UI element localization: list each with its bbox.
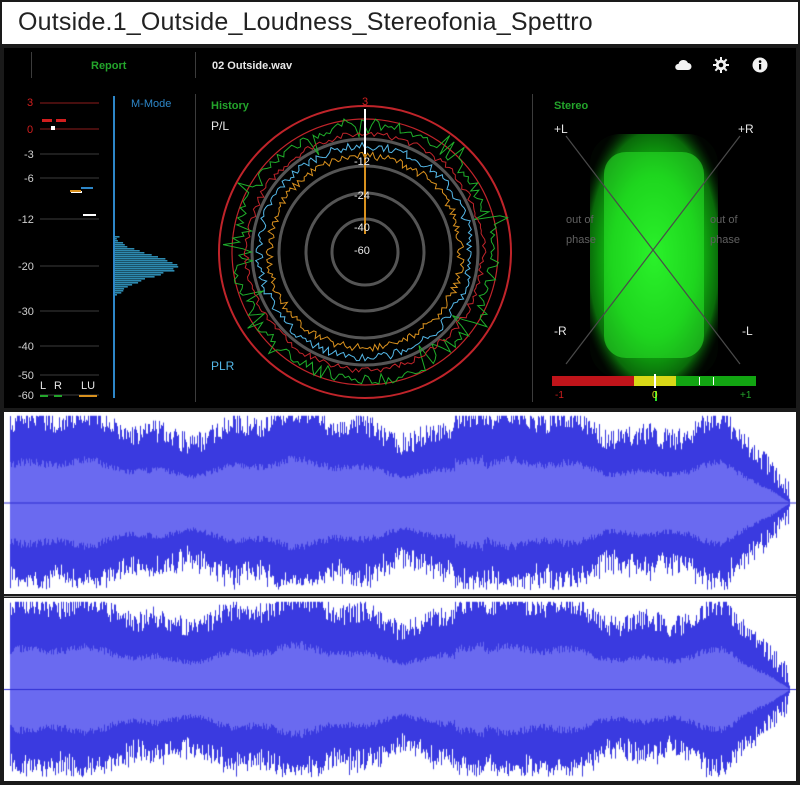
loudness-meter-panel: Report 02 Outside.wav M-Mode 3 0 -3 -6 -… xyxy=(4,48,796,408)
gear-icon[interactable] xyxy=(712,56,730,74)
out-of-phase-right-line1: out of xyxy=(710,214,738,226)
waveform-divider xyxy=(4,596,796,597)
window-title-bar: Outside.1_Outside_Loudness_Stereofonia_S… xyxy=(0,0,800,46)
correlation-meter xyxy=(552,374,756,388)
cloud-icon[interactable] xyxy=(674,58,692,72)
out-of-phase-left-line1: out of xyxy=(566,214,594,226)
header-divider xyxy=(195,52,196,78)
ring-label: -40 xyxy=(354,222,370,234)
report-tab[interactable]: Report xyxy=(91,60,126,72)
waveform-channel-left[interactable] xyxy=(4,412,796,594)
window-title: Outside.1_Outside_Loudness_Stereofonia_S… xyxy=(18,8,593,36)
ring-label: 3 xyxy=(362,96,369,108)
correlation-max-label: +1 xyxy=(740,390,752,401)
header-divider xyxy=(31,52,32,78)
stereo-phase-scope xyxy=(565,134,741,401)
ring-label: -12 xyxy=(354,156,370,168)
channel-right-label: R xyxy=(54,380,62,392)
ring-label: -60 xyxy=(354,245,370,257)
waveform-channel-right[interactable] xyxy=(4,598,796,781)
correlation-mid-label: 0 xyxy=(652,390,658,401)
out-of-phase-right-line2: phase xyxy=(710,234,740,246)
lu-label: LU xyxy=(81,380,96,392)
section-divider xyxy=(532,94,533,402)
ring-label: -24 xyxy=(354,190,370,202)
out-of-phase-left-line2: phase xyxy=(566,234,596,246)
info-icon[interactable] xyxy=(752,57,768,73)
channel-left-label: L xyxy=(40,380,47,392)
correlation-min-label: -1 xyxy=(555,390,564,401)
file-name: 02 Outside.wav xyxy=(212,60,293,72)
level-meter-graphic xyxy=(40,102,179,397)
